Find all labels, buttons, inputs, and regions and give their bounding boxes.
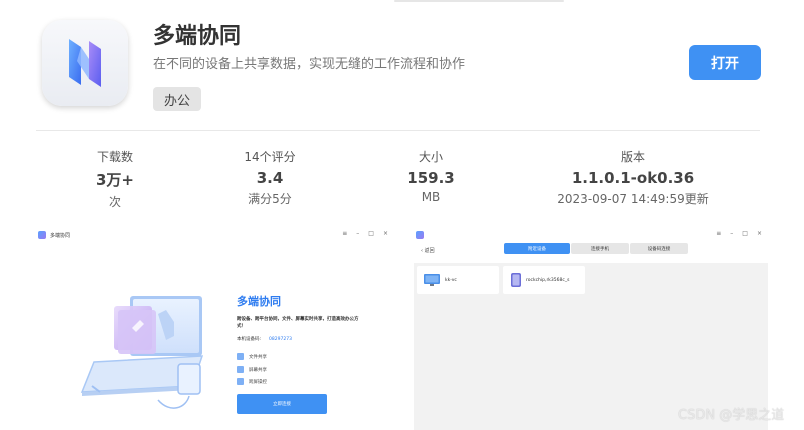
divider [36,130,760,131]
feature-label: 跨屏操控 [249,379,267,385]
app-title: 多端协同 [153,24,242,49]
laptop-illustration [80,296,204,409]
device-name: kk-vc [445,277,457,283]
app-logo-icon [416,231,424,239]
feature-label: 屏幕共享 [249,367,267,373]
tab-device-code: 设备码连接 [630,243,688,254]
open-button[interactable]: 打开 [689,45,761,80]
screenshot-preview-1[interactable]: 多端协同 ≡ – □ × 多端协同 跨设备、跨平台协同，文件、屏幕实时共享，打造 [34,226,394,430]
device-name: rockchip,rk3568c_s [526,277,570,283]
stat-sub: MB [421,190,441,204]
device-code-row: 本机设备码: 08297273 [237,336,292,342]
close-icon: × [382,230,388,237]
tablet-icon [511,273,521,287]
stat-value: 159.3 [407,169,455,187]
cross-screen-icon [237,378,244,385]
window-titlebar: 多端协同 ≡ – □ × [34,226,394,244]
file-share-icon [237,353,244,360]
intro-paragraph: 跨设备、跨平台协同，文件、屏幕实时共享，打造高效办公方式！ [237,317,359,329]
feature-item: 屏幕共享 [237,366,267,373]
stat-value: 3万+ [95,171,135,189]
back-link: ‹ 返回 [421,248,435,254]
device-code: 08297273 [269,337,292,342]
device-code-label: 本机设备码: [237,337,262,342]
screenshot-preview-2[interactable]: ≡ – □ × ‹ 返回 附近设备 连接手机 设备码连接 kk-vc rockc… [412,226,768,430]
stat-size: 大小 159.3 MB [407,148,454,204]
window-controls: ≡ – □ × [716,230,762,237]
window-titlebar: ≡ – □ × [412,226,768,244]
category-tag[interactable]: 办公 [153,87,202,111]
minimize-icon: – [356,230,360,237]
device-card: rockchip,rk3568c_s [503,266,585,294]
intro-heading: 多端协同 [237,295,281,308]
stat-sub: 2023-09-07 14:49:59更新 [557,192,709,206]
stat-value: 3.4 [256,169,284,187]
stat-value: 1.1.0.1-ok0.36 [571,169,695,187]
multi-device-logo-icon [69,39,101,87]
stat-sub: 满分5分 [248,192,292,206]
app-icon [42,20,128,106]
close-icon: × [756,230,762,237]
window-title: 多端协同 [50,232,71,239]
watermark: CSDN @学思之道 [678,408,785,423]
window-controls: ≡ – □ × [342,230,388,237]
stat-sub: 次 [108,195,122,209]
stat-label: 下载数 [96,150,134,164]
feature-label: 文件共享 [249,354,267,360]
feature-item: 文件共享 [237,353,267,360]
maximize-icon: □ [368,230,374,237]
feature-item: 跨屏操控 [237,378,267,385]
app-description: 在不同的设备上共享数据，实现无缝的工作流程和协作 [153,57,466,72]
maximize-icon: □ [742,230,748,237]
app-logo-icon [38,231,46,239]
tab-connect-phone: 连接手机 [571,243,629,254]
stat-rating[interactable]: 14个评分 3.4 满分5分 [244,148,295,207]
tab-nearby-devices: 附近设备 [504,243,570,254]
stat-downloads: 下载数 3万+ 次 [96,148,134,210]
menu-icon: ≡ [342,230,348,237]
screen-share-icon [237,366,244,373]
device-card: kk-vc [417,266,499,294]
stat-label: 14个评分 [244,150,296,164]
menu-icon: ≡ [716,230,722,237]
stat-label: 大小 [418,150,444,164]
tab-bar: 附近设备 连接手机 设备码连接 [504,243,688,254]
stat-label: 版本 [620,150,646,164]
monitor-icon [424,274,440,286]
top-scroll-hint [394,0,564,2]
stat-version: 版本 1.1.0.1-ok0.36 2023-09-07 14:49:59更新 [557,148,708,207]
connect-now-button: 立即连接 [237,394,327,414]
minimize-icon: – [730,230,734,237]
